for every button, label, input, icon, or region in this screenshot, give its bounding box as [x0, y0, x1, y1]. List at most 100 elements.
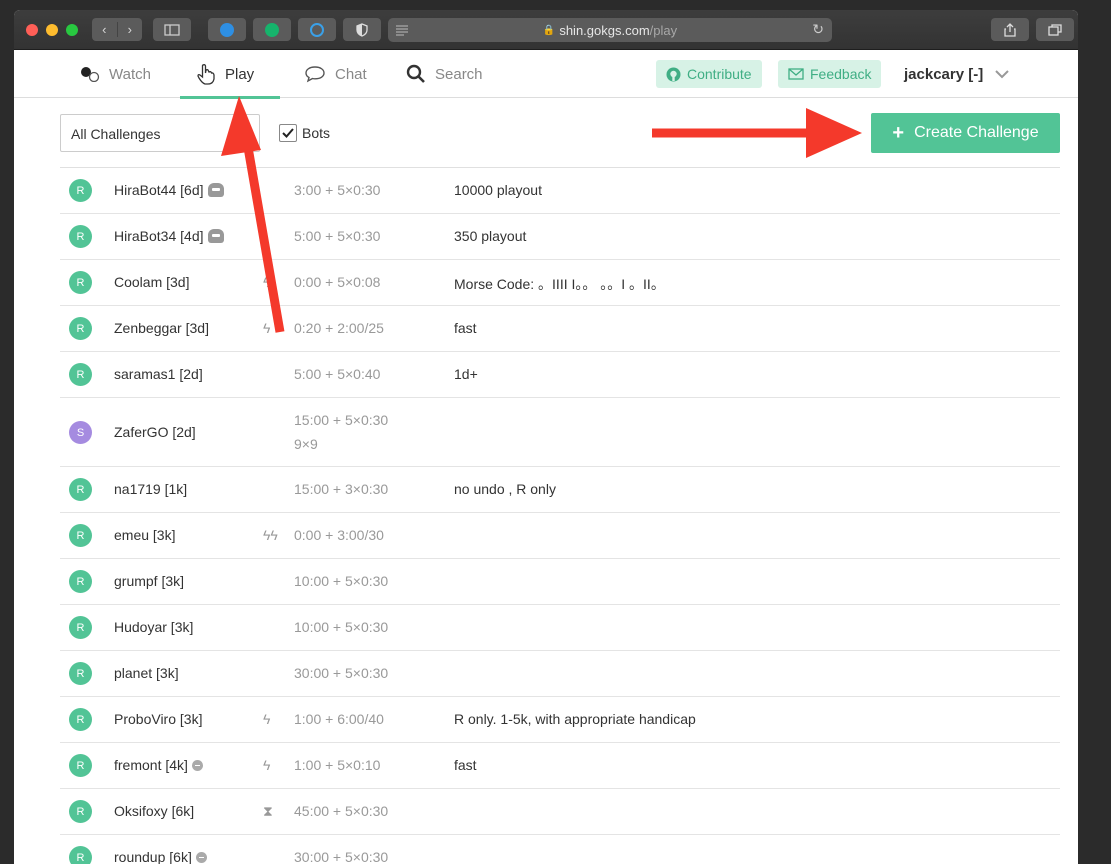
- extension-circle-icon[interactable]: [298, 18, 336, 41]
- player-name: roundup [6k]: [114, 849, 192, 864]
- challenge-filter-select[interactable]: All Challenges: [60, 114, 260, 152]
- player-cell[interactable]: planet [3k]: [114, 665, 179, 681]
- bots-label: Bots: [302, 125, 331, 141]
- address-bar[interactable]: 🔒 shin.gokgs.com/play ↻: [388, 18, 832, 42]
- url-path: /play: [649, 22, 678, 38]
- zoom-window-button[interactable]: [66, 23, 78, 36]
- player-cell[interactable]: saramas1 [2d]: [114, 366, 203, 382]
- challenge-row[interactable]: Rgrumpf [3k] 10:00 + 5×0:30: [60, 559, 1060, 605]
- player-cell[interactable]: roundup [6k]: [114, 849, 207, 864]
- player-name: Coolam [3d]: [114, 274, 190, 290]
- time-settings: 45:00 + 5×0:30: [294, 803, 389, 819]
- challenge-row[interactable]: R Zenbeggar [3d] ϟ 0:20 + 2:00/25 fast: [60, 306, 1060, 352]
- nav-chat[interactable]: Chat: [304, 50, 367, 98]
- challenge-row[interactable]: R HiraBot34 [4d] 5:00 + 5×0:30 350 playout: [60, 214, 1060, 260]
- nav-watch-label: Watch: [109, 65, 151, 83]
- player-name: saramas1 [2d]: [114, 366, 203, 382]
- challenge-note: Morse Code: 。IIII I。。 。。I 。II。: [454, 276, 665, 292]
- nav-watch[interactable]: Watch: [80, 50, 151, 98]
- feedback-button[interactable]: Feedback: [778, 60, 882, 88]
- time-settings: 10:00 + 5×0:30: [294, 573, 389, 589]
- player-name: Hudoyar [3k]: [114, 619, 194, 635]
- player-cell[interactable]: Zenbeggar [3d]: [114, 320, 209, 336]
- reader-icon[interactable]: [396, 24, 408, 36]
- player-cell[interactable]: Coolam [3d]: [114, 274, 189, 290]
- player-name: Oksifoxy [6k]: [114, 803, 195, 819]
- user-menu[interactable]: jackcary [-]: [904, 50, 1009, 98]
- player-name: grumpf [3k]: [114, 573, 185, 589]
- share-icon[interactable]: [991, 18, 1029, 41]
- extension-shield-icon[interactable]: [343, 18, 381, 41]
- player-cell[interactable]: na1719 [1k]: [114, 481, 187, 497]
- time-settings: 5:00 + 5×0:30: [294, 228, 381, 244]
- rank-avatar: R: [69, 478, 92, 501]
- player-cell[interactable]: emeu [3k]: [114, 527, 175, 543]
- challenge-row[interactable]: Remeu [3k] ϟϟ 0:00 + 3:00/30: [60, 513, 1060, 559]
- challenge-row[interactable]: R Oksifoxy [6k] ⧗ 45:00 + 5×0:30: [60, 789, 1060, 835]
- challenge-note: 350 playout: [454, 228, 527, 244]
- bots-filter[interactable]: Bots: [279, 124, 330, 142]
- challenge-row[interactable]: Rna1719 [1k] 15:00 + 3×0:30 no undo , R on…: [60, 467, 1060, 513]
- player-name: HiraBot34 [4d]: [114, 228, 204, 244]
- player-cell[interactable]: fremont [4k]: [114, 757, 203, 773]
- time-settings: 15:00 + 5×0:30: [294, 412, 389, 428]
- challenge-row[interactable]: R HiraBot44 [6d] 3:00 + 5×0:30 10000 playou…: [60, 168, 1060, 214]
- bot-icon: [207, 229, 224, 243]
- bots-checkbox[interactable]: [279, 124, 297, 142]
- url-host: shin.gokgs.com: [559, 22, 650, 38]
- sidebar-toggle-icon[interactable]: [153, 18, 191, 41]
- back-arrow-icon[interactable]: ‹: [92, 22, 118, 37]
- rank-avatar: R: [69, 846, 92, 864]
- challenge-row[interactable]: Rroundup [6k] 30:00 + 5×0:30: [60, 835, 1060, 864]
- app-nav: Watch Play Chat Search Contribute Feedba…: [14, 50, 1078, 99]
- rank-avatar: R: [69, 708, 92, 731]
- create-challenge-label: Create Challenge: [914, 124, 1039, 141]
- challenge-row[interactable]: S ZaferGO [2d] 15:00 + 5×0:30 9×9: [60, 398, 1060, 467]
- challenge-row[interactable]: Rsaramas1 [2d] 5:00 + 5×0:40 1d+: [60, 352, 1060, 398]
- minimize-window-button[interactable]: [46, 23, 58, 36]
- time-settings: 0:00 + 5×0:08: [294, 274, 381, 290]
- extension-grammar-icon[interactable]: [253, 18, 291, 41]
- nav-search[interactable]: Search: [406, 50, 483, 98]
- feedback-label: Feedback: [810, 66, 872, 82]
- envelope-icon: [788, 68, 804, 80]
- time-settings: 30:00 + 5×0:30: [294, 665, 389, 681]
- speed-icon: ϟ: [263, 711, 271, 727]
- reload-icon[interactable]: ↻: [812, 21, 824, 38]
- nav-search-label: Search: [435, 65, 483, 83]
- forward-arrow-icon[interactable]: ›: [118, 22, 143, 37]
- rank-avatar: R: [69, 616, 92, 639]
- challenge-row[interactable]: R ProboViro [3k] ϟ 1:00 + 6:00/40 R only. 1-…: [60, 697, 1060, 743]
- rank-avatar: R: [69, 570, 92, 593]
- chat-bubble-icon: [305, 66, 325, 83]
- challenge-note: fast: [454, 757, 477, 773]
- player-cell[interactable]: HiraBot44 [6d]: [114, 182, 224, 198]
- challenge-row[interactable]: R Coolam [3d] ϟ 0:00 + 5×0:08 Morse Code: 。I…: [60, 260, 1060, 306]
- rank-avatar: R: [69, 524, 92, 547]
- time-settings: 15:00 + 3×0:30: [294, 481, 389, 497]
- github-icon: [666, 67, 681, 81]
- player-cell[interactable]: ZaferGO [2d]: [114, 424, 196, 440]
- contribute-button[interactable]: Contribute: [656, 60, 762, 88]
- close-window-button[interactable]: [26, 23, 38, 36]
- player-cell[interactable]: Hudoyar [3k]: [114, 619, 193, 635]
- player-cell[interactable]: ProboViro [3k]: [114, 711, 202, 727]
- board-size: 9×9: [294, 436, 318, 452]
- speed-icon: ϟϟ: [263, 527, 278, 543]
- create-challenge-button[interactable]: + Create Challenge: [871, 113, 1060, 153]
- player-cell[interactable]: HiraBot34 [4d]: [114, 228, 224, 244]
- player-name: fremont [4k]: [114, 757, 188, 773]
- player-cell[interactable]: grumpf [3k]: [114, 573, 184, 589]
- extension-blue-icon[interactable]: [208, 18, 246, 41]
- time-settings: 5:00 + 5×0:40: [294, 366, 381, 382]
- lock-icon: 🔒: [542, 24, 556, 36]
- tabs-overview-icon[interactable]: [1036, 18, 1074, 41]
- player-cell[interactable]: Oksifoxy [6k]: [114, 803, 194, 819]
- nav-play[interactable]: Play: [179, 50, 281, 99]
- challenge-note: 10000 playout: [454, 182, 542, 198]
- player-name: HiraBot44 [6d]: [114, 182, 204, 198]
- challenge-row[interactable]: Rplanet [3k] 30:00 + 5×0:30: [60, 651, 1060, 697]
- challenge-row[interactable]: R Hudoyar [3k] 10:00 + 5×0:30: [60, 605, 1060, 651]
- challenge-row[interactable]: Rfremont [4k] ϟ 1:00 + 5×0:10 fast: [60, 743, 1060, 789]
- challenge-note: R only. 1-5k, with appropriate handicap: [454, 711, 696, 727]
